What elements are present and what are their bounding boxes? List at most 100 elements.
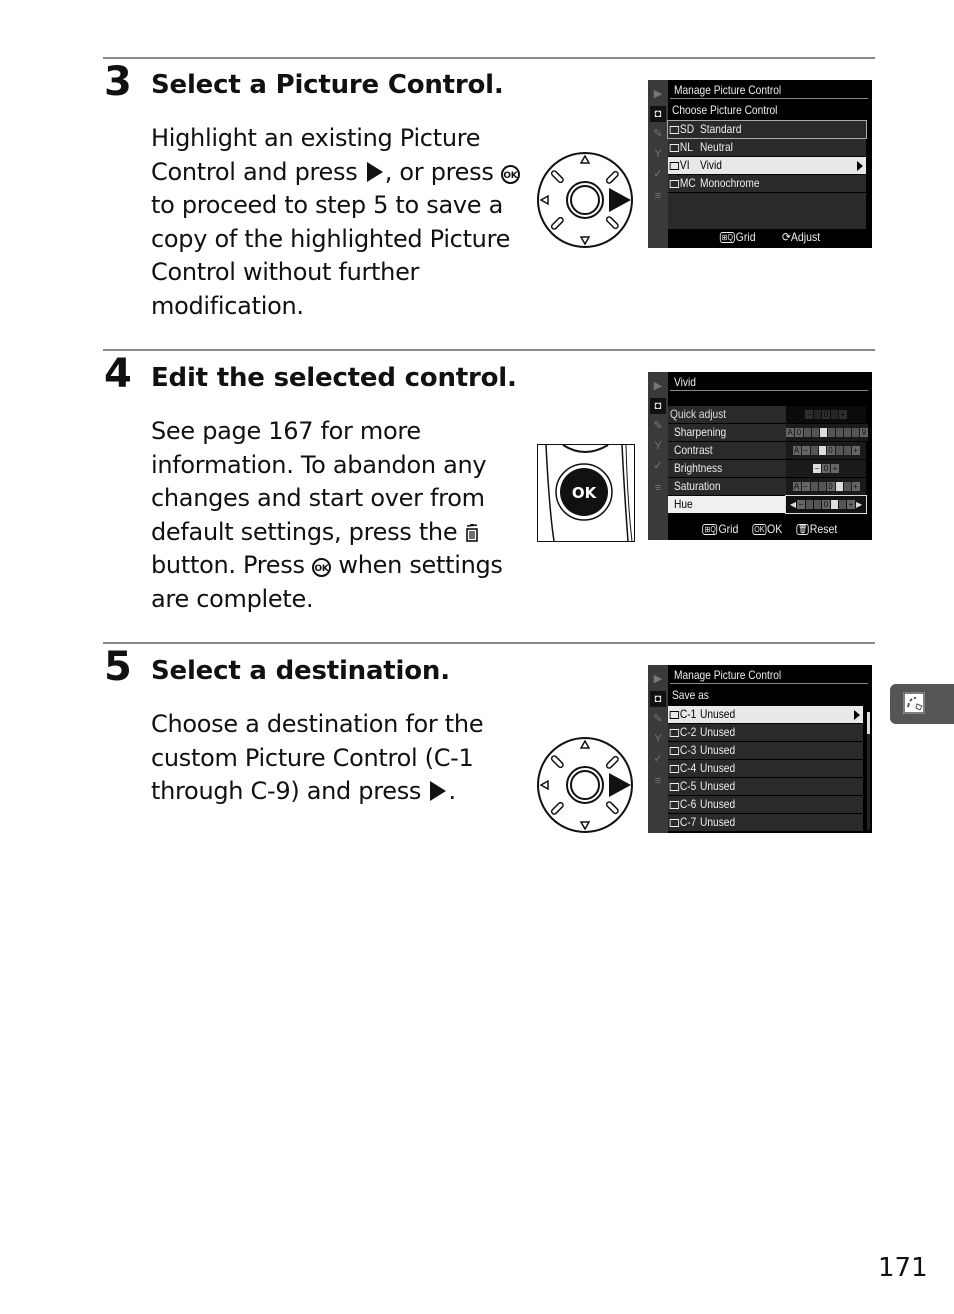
multi-selector-right-icon: [430, 781, 447, 802]
page-number: 171: [878, 1253, 928, 1283]
item-code: C-4: [679, 761, 697, 775]
playback-tab-icon: ▶: [653, 380, 663, 392]
slider[interactable]: −0 +: [786, 460, 866, 477]
setup-tab-icon: Y: [654, 440, 662, 452]
step-number: 3: [104, 59, 132, 105]
step-body: Choose a destination for the custom Pict…: [151, 708, 521, 809]
footer-label: Reset: [809, 522, 838, 536]
item-label: Unused: [700, 743, 736, 757]
footer-ok: OK OK: [752, 522, 782, 538]
picture-control-icon: [669, 144, 680, 152]
adjust-row-contrast[interactable]: Contrast A −0 +: [668, 442, 866, 459]
item-code: C-2: [679, 725, 697, 739]
left-arrow-icon: ◀: [789, 500, 796, 509]
screen-footer: ⊞Q Grid OK OK 🗑 Reset: [680, 522, 860, 538]
slider[interactable]: A −0 +: [786, 478, 866, 495]
custom-settings-tab-icon: ✎: [653, 420, 663, 432]
step-number: 4: [104, 351, 132, 397]
command-dial-icon: ⟳: [781, 230, 791, 244]
list-item[interactable]: C-7 Unused: [668, 814, 863, 831]
picture-control-icon: [669, 162, 680, 170]
item-code: SD: [679, 122, 695, 136]
playback-tab-icon: ▶: [653, 88, 663, 100]
list-item[interactable]: C-2 Unused: [668, 724, 863, 741]
my-menu-tab-icon: ≡: [654, 190, 662, 202]
right-arrow-icon: [857, 161, 863, 171]
list-item[interactable]: C-5 Unused: [668, 778, 863, 795]
item-label: Unused: [700, 779, 736, 793]
shooting-tab-icon: ◘: [650, 398, 666, 414]
adjust-row-sharpening[interactable]: Sharpening A 0 9: [668, 424, 868, 441]
list-item[interactable]: C-3 Unused: [668, 742, 863, 759]
picture-control-icon: [669, 180, 680, 188]
picture-control-list: SD Standard NL Neutral VI Vivid MC Monochrom…: [667, 120, 867, 230]
picture-control-icon: [669, 729, 680, 737]
camera-screen-save-as: ▶ ◘ ✎ Y ✓ ≡ Manage Picture Control Save …: [648, 665, 872, 833]
screen-title: Manage Picture Control: [674, 83, 782, 97]
adjust-row-brightness[interactable]: Brightness −0 +: [668, 460, 866, 477]
list-item-selected[interactable]: VI Vivid: [668, 157, 866, 174]
row-label: Saturation: [674, 479, 721, 493]
ok-icon: OK: [752, 524, 767, 535]
selector-center-inner: [570, 185, 600, 215]
section-divider: [103, 57, 875, 59]
slider[interactable]: A −0 +: [786, 442, 866, 459]
item-label: Unused: [700, 797, 736, 811]
adjust-row-saturation[interactable]: Saturation A −0 +: [668, 478, 866, 495]
retouch-tab-icon: ✓: [653, 753, 663, 765]
adjust-row-quick-adjust[interactable]: Quick adjust −0 +: [668, 406, 866, 423]
list-item[interactable]: NL Neutral: [668, 139, 866, 156]
slider-value: 0: [822, 500, 830, 509]
trash-icon: 🗑: [796, 524, 809, 535]
shooting-tab-icon: ◘: [650, 691, 666, 707]
section-divider: [103, 349, 875, 351]
list-item[interactable]: C-6 Unused: [668, 796, 863, 813]
item-label: Monochrome: [700, 176, 760, 190]
selector-center-inner: [570, 770, 600, 800]
item-label: Unused: [700, 707, 736, 721]
step-text: , or press: [384, 157, 494, 186]
slider-value: 0: [826, 446, 835, 455]
list-item[interactable]: C-4 Unused: [668, 760, 863, 777]
screen-title: Manage Picture Control: [674, 668, 782, 682]
slider[interactable]: −0 +: [786, 406, 866, 423]
slider-value: 0: [826, 482, 835, 491]
footer-grid: ⊞Q Grid: [702, 522, 738, 538]
slider[interactable]: ◀ −0 + ▶: [785, 495, 867, 514]
list-item-selected[interactable]: C-1 Unused: [668, 706, 863, 723]
scrollbar[interactable]: [867, 712, 870, 830]
row-label: Brightness: [674, 461, 723, 475]
row-label: Sharpening: [674, 425, 727, 439]
item-code: NL: [679, 140, 693, 154]
scrollbar-thumb[interactable]: [867, 712, 870, 734]
section-divider: [103, 642, 875, 644]
adjust-list: Quick adjust −0 + Sharpening A 0 9 Contrast A −…: [668, 406, 868, 514]
item-label: Unused: [700, 725, 736, 739]
footer-label: Grid: [735, 230, 756, 244]
trash-icon: [465, 523, 478, 542]
ok-button-icon: OK: [312, 558, 332, 578]
step-title: Select a Picture Control.: [151, 70, 504, 100]
title-rule: [670, 683, 868, 684]
picture-control-icon: [669, 819, 680, 827]
multi-selector-right-icon: [366, 161, 383, 182]
picture-control-icon: [669, 126, 680, 134]
retouch-tab-icon: ✓: [653, 460, 663, 472]
item-code: C-6: [679, 797, 697, 811]
retouch-tab-icon: ✓: [653, 168, 663, 180]
list-item[interactable]: SD Standard: [667, 120, 867, 139]
row-label: Quick adjust: [670, 407, 727, 421]
screen-subtitle: Choose Picture Control: [672, 103, 778, 117]
picture-control-icon: [669, 711, 680, 719]
list-item[interactable]: MC Monochrome: [668, 175, 866, 192]
slider-value: 0: [822, 464, 830, 473]
item-code: MC: [679, 176, 696, 190]
ok-label: OK: [572, 484, 598, 502]
destination-list: C-1 Unused C-2 Unused C-3 Unused C-4 Unused …: [668, 706, 863, 832]
slider[interactable]: A09: [786, 424, 868, 441]
playback-tab-icon: ▶: [653, 673, 663, 685]
item-code: C-7: [679, 815, 697, 829]
adjust-row-hue[interactable]: Hue ◀ −0 + ▶: [668, 495, 867, 514]
item-label: Vivid: [700, 158, 722, 172]
footer-label: OK: [767, 522, 783, 536]
